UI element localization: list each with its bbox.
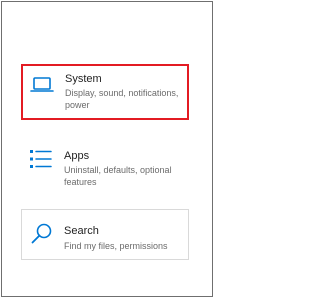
settings-category-apps[interactable]: Apps Uninstall, defaults, optional featu… [21, 139, 189, 189]
settings-category-system[interactable]: System Display, sound, notifications, po… [21, 64, 189, 120]
settings-window: System Display, sound, notifications, po… [1, 1, 213, 297]
laptop-icon [30, 77, 54, 92]
system-title: System [65, 73, 102, 85]
apps-description: Uninstall, defaults, optional features [64, 165, 172, 187]
settings-category-search[interactable]: Search Find my files, permissions [21, 209, 189, 260]
system-description: Display, sound, notifications, power [65, 88, 179, 110]
search-icon [31, 223, 52, 244]
apps-list-icon [30, 150, 52, 168]
search-title: Search [64, 225, 99, 237]
search-description: Find my files, permissions [64, 241, 168, 251]
apps-title: Apps [64, 150, 90, 162]
